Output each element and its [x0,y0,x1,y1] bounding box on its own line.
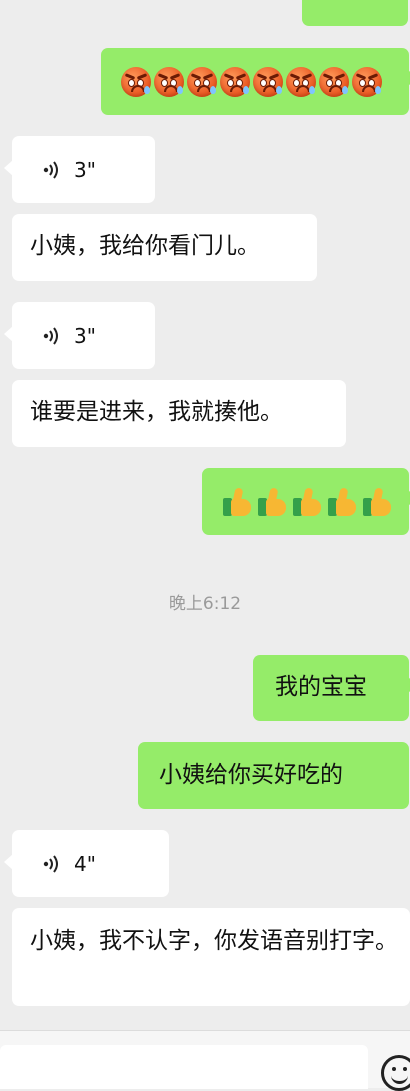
angry-face-icon [187,67,217,97]
input-bar [0,1030,410,1091]
angry-face-icon [352,67,382,97]
emoji-row [121,67,382,97]
angry-face-icon [154,67,184,97]
message-input[interactable] [0,1045,368,1089]
message-bubble-partial[interactable] [302,0,408,26]
thumbs-up-icon [257,486,289,518]
smiley-icon[interactable] [381,1055,410,1091]
message-text: 小姨，我不认字，你发语音别打字。 [30,928,398,954]
angry-face-icon [319,67,349,97]
voice-wave-icon [43,160,58,179]
voice-message[interactable]: 4" [4,830,169,897]
message-text: 小姨，我给你看门儿。 [30,233,260,259]
voice-message[interactable]: 3" [4,302,155,369]
voice-duration: 3" [74,323,96,348]
message-bubble-emoji[interactable] [202,468,410,535]
thumbs-up-icon [362,486,394,518]
emoji-row [222,486,394,518]
message-bubble-text[interactable]: 我的宝宝 [253,655,410,721]
thumbs-up-icon [222,486,254,518]
angry-face-icon [253,67,283,97]
message-text: 谁要是进来，我就揍他。 [30,399,283,425]
angry-face-icon [220,67,250,97]
message-text: 我的宝宝 [275,674,367,700]
message-bubble-text[interactable]: 小姨给你买好吃的 [138,742,409,809]
thumbs-up-icon [327,486,359,518]
voice-duration: 4" [74,851,96,876]
thumbs-up-icon [292,486,324,518]
message-bubble-text[interactable]: 小姨，我不认字，你发语音别打字。 [12,908,410,1006]
message-text: 小姨给你买好吃的 [159,762,343,788]
voice-wave-icon [43,854,58,873]
voice-duration: 3" [74,157,96,182]
voice-message[interactable]: 3" [4,136,155,203]
timestamp: 晚上6:12 [168,594,242,614]
voice-wave-icon [43,326,58,345]
message-bubble-emoji[interactable] [101,48,410,115]
angry-face-icon [121,67,151,97]
message-bubble-text[interactable]: 谁要是进来，我就揍他。 [12,380,346,447]
message-bubble-text[interactable]: 小姨，我给你看门儿。 [12,214,317,281]
angry-face-icon [286,67,316,97]
